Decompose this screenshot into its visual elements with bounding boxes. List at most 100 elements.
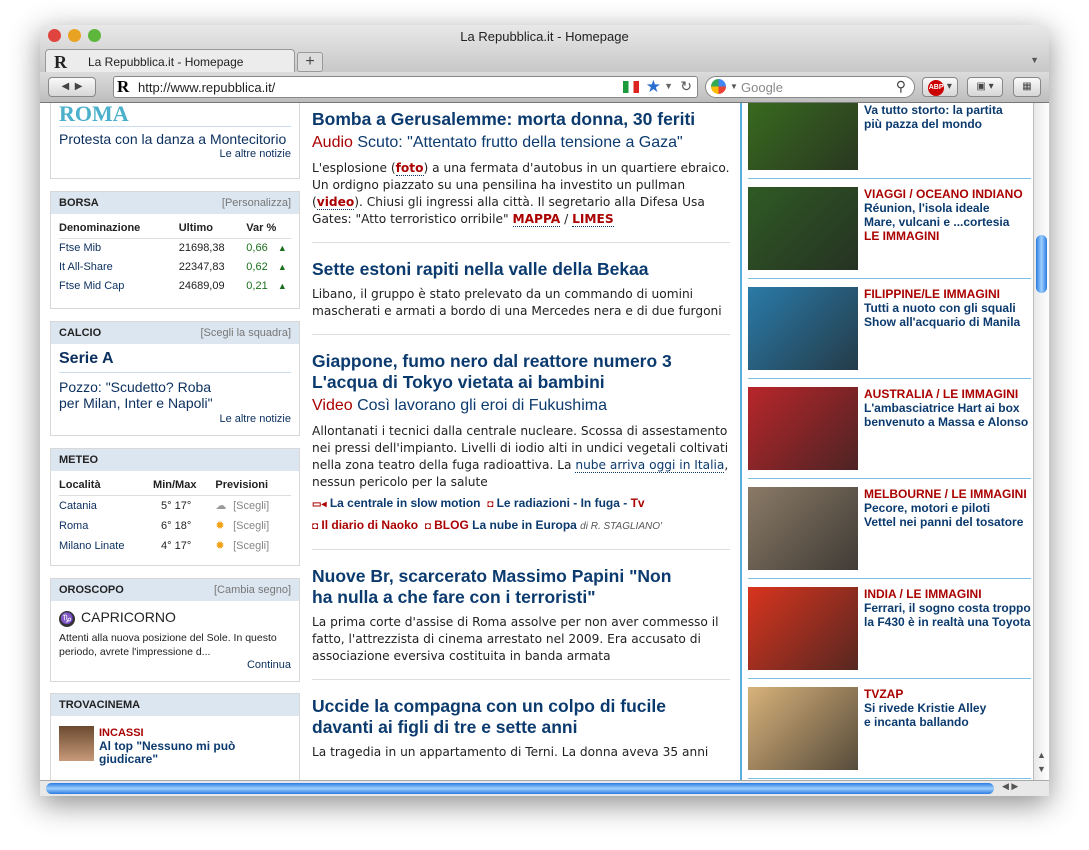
roma-more-link[interactable]: Le altre notizie [51, 148, 299, 160]
roma-headline[interactable]: Protesta con la danza a Montecitorio [51, 127, 299, 148]
table-row[interactable]: Ftse Mib 21698,38 0,66 ▲ [59, 239, 291, 259]
calcio-more-link[interactable]: Le altre notizie [51, 413, 299, 425]
trovacinema-headline[interactable]: Al top "Nessuno mi può giudicare" [99, 740, 259, 766]
news-thumbnail[interactable] [748, 187, 858, 270]
borsa-personalizza-link[interactable]: [Personalizza] [222, 197, 291, 209]
photo-news-item[interactable]: INDIA / LE IMMAGINI Ferrari, il sogno cos… [748, 579, 1031, 679]
url-text[interactable]: http://www.repubblica.it/ [138, 80, 275, 95]
news-thumbnail[interactable] [748, 387, 858, 470]
tab-list-chevron-icon[interactable]: ▼ [1030, 55, 1039, 65]
scegli-link[interactable]: [Scegli] [233, 496, 291, 517]
url-history-chevron-icon[interactable]: ▼ [664, 81, 673, 91]
continua-link[interactable]: Continua [51, 659, 299, 671]
headline[interactable]: Uccide la compagna con un colpo di fucil… [312, 696, 682, 738]
serie-a-link[interactable]: Serie A [59, 344, 291, 373]
url-bar[interactable]: R http://www.repubblica.it/ ★ ▼ ↻ [113, 76, 698, 98]
tv-link[interactable]: Tv [631, 496, 645, 510]
headline-line[interactable]: Réunion, l'isola ideale [864, 201, 1023, 215]
vertical-scrollbar[interactable]: ▲ ▼ [1033, 103, 1049, 780]
city[interactable]: Milano Linate [59, 536, 153, 556]
city[interactable]: Catania [59, 496, 153, 517]
search-box[interactable]: ▼ Google ⚲ [705, 76, 915, 98]
headline-line[interactable]: L'ambasciatrice Hart ai box [864, 401, 1028, 415]
news-thumbnail[interactable] [748, 687, 858, 770]
index-name[interactable]: Ftse Mib [59, 239, 179, 259]
headline-line[interactable]: Ferrari, il sogno costa troppo [864, 601, 1031, 615]
headline[interactable]: Bomba a Gerusalemme: morta donna, 30 fer… [312, 109, 730, 130]
scroll-arrows-icon[interactable]: ▲ ▼ [1037, 748, 1046, 776]
horizontal-scrollbar[interactable]: ◀ ▶ [40, 780, 1049, 796]
city[interactable]: Roma [59, 516, 153, 536]
photo-news-item[interactable]: Va tutto storto: la partita più pazza del… [748, 103, 1031, 179]
index-name[interactable]: Ftse Mid Cap [59, 277, 179, 296]
news-thumbnail[interactable] [748, 487, 858, 570]
foto-link[interactable]: foto [395, 161, 424, 176]
video-link[interactable]: Video [312, 397, 353, 414]
headline-line[interactable]: Mare, vulcani e ...cortesia [864, 215, 1023, 229]
headline-line[interactable]: Show all'acquario di Manila [864, 315, 1020, 329]
kicker[interactable]: TVZAP [864, 687, 986, 701]
headline[interactable]: Nuove Br, scarcerato Massimo Papini "Non… [312, 566, 672, 608]
related-link[interactable]: La centrale in slow motion [330, 496, 481, 510]
headline-line[interactable]: Va tutto storto: la partita [864, 103, 1003, 117]
bookmark-star-icon[interactable]: ★ [646, 77, 661, 97]
news-thumbnail[interactable] [748, 103, 858, 170]
headline-line[interactable]: Pecore, motori e piloti [864, 501, 1027, 515]
table-row[interactable]: It All-Share 22347,83 0,62 ▲ [59, 258, 291, 277]
limes-link[interactable]: LIMES [572, 212, 614, 227]
photo-news-item[interactable]: VIAGGI / OCEANO INDIANO Réunion, l'isola … [748, 179, 1031, 279]
headline-line[interactable]: Si rivede Kristie Alley [864, 701, 986, 715]
headline[interactable]: Sette estoni rapiti nella valle della Be… [312, 259, 730, 280]
google-icon[interactable] [711, 79, 726, 94]
headline-line[interactable]: la F430 è in realtà una Toyota [864, 615, 1031, 629]
subheadline[interactable]: Così lavorano gli eroi di Fukushima [357, 397, 607, 414]
video-link[interactable]: video [316, 195, 355, 210]
hscroll-arrows-icon[interactable]: ◀ ▶ [1002, 781, 1018, 792]
search-icon[interactable]: ⚲ [896, 78, 906, 95]
calcio-headline[interactable]: Pozzo: "Scudetto? Roba per Milan, Inter … [51, 373, 241, 413]
mappa-link[interactable]: MAPPA [512, 212, 561, 227]
photo-news-item[interactable]: TVZAP Si rivede Kristie Alley e incanta ba… [748, 679, 1031, 779]
index-name[interactable]: It All-Share [59, 258, 179, 277]
headline-line[interactable]: Tutti a nuoto con gli squali [864, 301, 1020, 315]
adblock-button[interactable]: ABP ▾ [922, 77, 958, 97]
reload-icon[interactable]: ↻ [680, 78, 692, 95]
kicker[interactable]: MELBOURNE / LE IMMAGINI [864, 487, 1027, 501]
tab-grid-button[interactable]: ▦ [1013, 77, 1041, 97]
actress-thumbnail[interactable] [59, 726, 94, 761]
kicker[interactable]: FILIPPINE/LE IMMAGINI [864, 287, 1020, 301]
hscroll-thumb[interactable] [46, 783, 994, 794]
scegli-link[interactable]: [Scegli] [233, 516, 291, 536]
scegli-link[interactable]: [Scegli] [233, 536, 291, 556]
audio-link[interactable]: Audio [312, 134, 353, 151]
related-link[interactable]: Le radiazioni - In fuga [497, 496, 620, 510]
photo-news-item[interactable]: AUSTRALIA / LE IMMAGINI L'ambasciatrice H… [748, 379, 1031, 479]
blog-tag[interactable]: BLOG [434, 518, 469, 532]
new-tab-button[interactable]: + [297, 52, 323, 72]
news-thumbnail[interactable] [748, 287, 858, 370]
headline-line[interactable]: e incanta ballando [864, 715, 986, 729]
scroll-thumb[interactable] [1036, 235, 1047, 293]
roma-logo[interactable]: ROMA [59, 103, 291, 127]
kicker[interactable]: INDIA / LE IMMAGINI [864, 587, 1031, 601]
immagini-link[interactable]: LE IMMAGINI [864, 229, 1023, 243]
nube-link[interactable]: nube arriva oggi in Italia [575, 458, 725, 473]
related-link[interactable]: Il diario di Naoko [321, 518, 418, 532]
kicker[interactable]: AUSTRALIA / LE IMMAGINI [864, 387, 1028, 401]
headline-line[interactable]: più pazza del mondo [864, 117, 1003, 131]
sign-name[interactable]: CAPRICORNO [81, 609, 176, 625]
kicker[interactable]: VIAGGI / OCEANO INDIANO [864, 187, 1023, 201]
headline-line[interactable]: Vettel nei panni del tosatore [864, 515, 1027, 529]
table-row[interactable]: Ftse Mid Cap 24689,09 0,21 ▲ [59, 277, 291, 296]
related-link[interactable]: La nube in Europa [472, 518, 577, 532]
calcio-scegli-link[interactable]: [Scegli la squadra] [201, 327, 292, 339]
subheadline[interactable]: Scuto: "Attentato frutto della tensione … [357, 134, 682, 151]
cambia-segno-link[interactable]: [Cambia segno] [214, 584, 291, 596]
photo-news-item[interactable]: FILIPPINE/LE IMMAGINI Tutti a nuoto con g… [748, 279, 1031, 379]
headline[interactable]: Giappone, fumo nero dal reattore numero … [312, 351, 692, 393]
back-forward-buttons[interactable]: ◀ ▶ [48, 77, 96, 97]
headline-line[interactable]: benvenuto a Massa e Alonso [864, 415, 1028, 429]
photo-news-item[interactable]: MELBOURNE / LE IMMAGINI Pecore, motori e … [748, 479, 1031, 579]
news-thumbnail[interactable] [748, 587, 858, 670]
bookmarks-button[interactable]: ▣ ▾ [967, 77, 1003, 97]
